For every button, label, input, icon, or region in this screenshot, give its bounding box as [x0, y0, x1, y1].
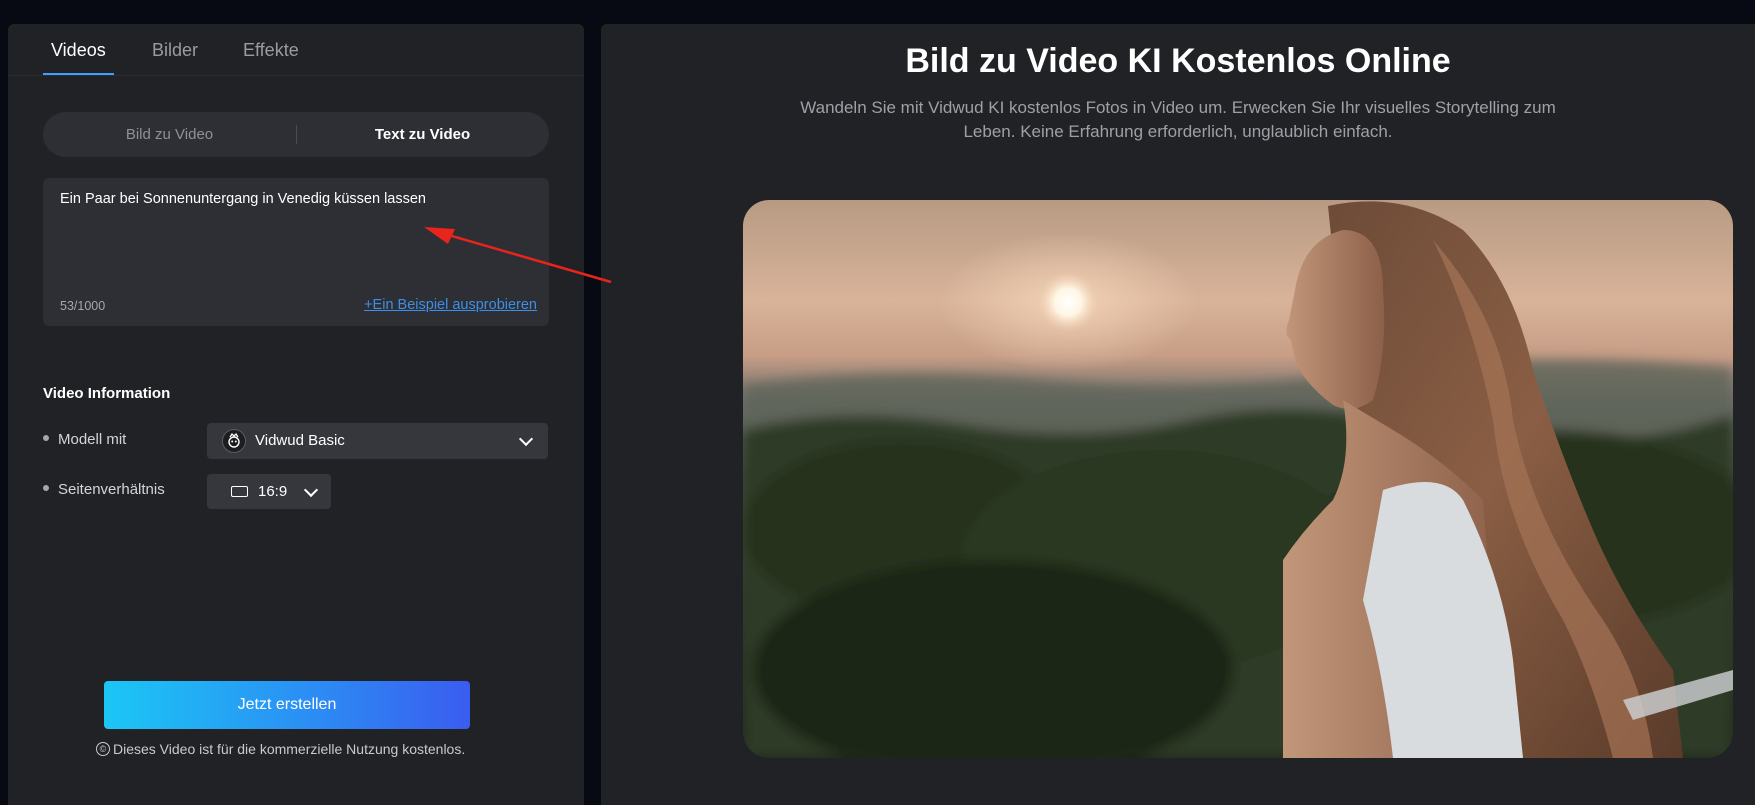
mode-text-zu-video[interactable]: Text zu Video: [296, 112, 549, 157]
page-title: Bild zu Video KI Kostenlos Online: [905, 42, 1451, 80]
prompt-text[interactable]: Ein Paar bei Sonnenuntergang in Venedig …: [60, 191, 530, 207]
ratio-label-text: Seitenverhältnis: [58, 481, 165, 498]
character-counter: 53/1000: [60, 299, 106, 313]
tab-bilder[interactable]: Bilder: [152, 40, 198, 61]
create-video-button[interactable]: Jetzt erstellen: [104, 681, 470, 729]
ratio-row-label: Seitenverhältnis: [43, 481, 165, 498]
hero-sunset-image: [743, 200, 1733, 758]
vidwud-logo-icon: [222, 429, 246, 453]
model-label-text: Modell mit: [58, 431, 127, 448]
chevron-down-icon: [303, 482, 319, 498]
prompt-textarea[interactable]: Ein Paar bei Sonnenuntergang in Venedig …: [43, 178, 549, 326]
hero-panel: Bild zu Video KI Kostenlos Online Wandel…: [601, 24, 1755, 805]
aspect-ratio-icon: [231, 486, 248, 497]
model-select[interactable]: Vidwud Basic: [207, 423, 548, 459]
model-row-label: Modell mit: [43, 431, 126, 448]
try-example-link[interactable]: +Ein Beispiel ausprobieren: [364, 297, 537, 313]
mode-toggle: Bild zu Video Text zu Video: [43, 112, 549, 157]
chevron-down-icon: [518, 431, 534, 447]
aspect-ratio-select[interactable]: 16:9: [207, 474, 331, 509]
commercial-use-notice: © Dieses Video ist für die kommerzielle N…: [96, 741, 465, 757]
bullet-icon: [43, 485, 49, 492]
mode-bild-zu-video[interactable]: Bild zu Video: [43, 112, 296, 157]
video-information-heading: Video Information: [43, 385, 171, 402]
notice-text: Dieses Video ist für die kommerzielle Nu…: [113, 741, 466, 757]
category-tabs: Videos Bilder Effekte: [8, 24, 584, 76]
model-name: Vidwud Basic: [255, 432, 345, 449]
page-subtitle: Wandeln Sie mit Vidwud KI kostenlos Foto…: [800, 98, 1556, 141]
tab-effekte[interactable]: Effekte: [243, 40, 299, 61]
tab-videos[interactable]: Videos: [51, 40, 106, 61]
aspect-ratio-value: 16:9: [258, 483, 288, 500]
active-tab-indicator: [43, 73, 114, 75]
copyright-icon: ©: [96, 742, 110, 757]
bullet-icon: [43, 435, 49, 442]
